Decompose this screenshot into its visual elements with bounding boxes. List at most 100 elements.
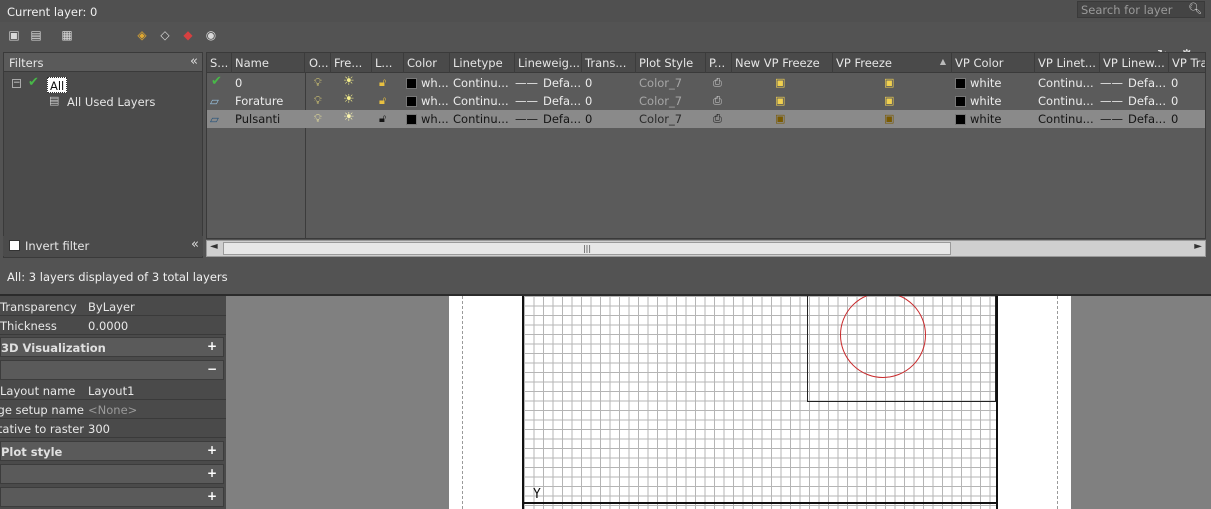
color-swatch[interactable] (406, 114, 417, 125)
layer-row[interactable]: ▱ Forature 💡︎ ☀ 🔓︎ wh... Continu... —— D… (207, 92, 1205, 110)
vp-color-swatch[interactable] (955, 96, 966, 107)
vp-color-swatch[interactable] (955, 114, 966, 125)
layer-color[interactable]: wh... (421, 94, 449, 110)
search-icon[interactable]: 🔍︎ (1188, 2, 1202, 15)
col-vp-color[interactable]: VP Color (952, 53, 1035, 73)
expand-icon[interactable]: + (207, 489, 217, 503)
new-group-filter-icon[interactable]: ▤ (28, 28, 44, 42)
on-bulb-icon[interactable]: 💡︎ (314, 112, 322, 128)
prop-row-layout-name[interactable]: Layout name Layout1 (0, 381, 226, 400)
section-collapsed-1[interactable]: + (0, 464, 224, 484)
expand-icon[interactable]: + (207, 443, 217, 457)
layer-vp-color[interactable]: white (970, 112, 1001, 128)
layer-vp-transparency[interactable]: 0 (1171, 112, 1178, 128)
layer-vp-color[interactable]: white (970, 76, 1001, 92)
layer-lineweight[interactable]: Defa... (543, 112, 581, 128)
layer-vp-lineweight[interactable]: Defa... (1128, 94, 1166, 110)
plot-printer-icon[interactable]: ⎙ (713, 112, 722, 128)
new-property-filter-icon[interactable]: ▣ (6, 28, 22, 42)
set-current-icon[interactable]: ◉ (203, 28, 219, 42)
layer-name[interactable]: Forature (235, 94, 283, 110)
col-freeze[interactable]: Fre... (331, 53, 372, 73)
layer-linetype[interactable]: Continu... (453, 76, 509, 92)
prop-row-raster[interactable]: Annotative to raster 300 (0, 419, 226, 438)
color-swatch[interactable] (406, 96, 417, 107)
unlocked-icon[interactable]: 🔓︎ (379, 94, 386, 110)
new-vp-frozen-layer-icon[interactable]: ◇ (157, 28, 173, 42)
layer-vp-linetype[interactable]: Continu... (1038, 76, 1094, 92)
col-vp-linetype[interactable]: VP Linet... (1035, 53, 1100, 73)
scroll-right-icon[interactable]: ► (1194, 241, 1202, 252)
section-collapsed-2[interactable]: + (0, 487, 224, 507)
layer-row-selected[interactable]: ▱ Pulsanti 💡︎ ☀ 🔓︎ wh... Continu... —— D… (207, 110, 1205, 128)
prop-row-thickness[interactable]: Thickness 0.0000 (0, 316, 226, 335)
layer-transparency[interactable]: 0 (585, 112, 592, 128)
col-vp-lineweight[interactable]: VP Linew... (1100, 53, 1169, 73)
layer-vp-linetype[interactable]: Continu... (1038, 94, 1094, 110)
collapse-pane-icon[interactable]: « (191, 237, 199, 252)
col-transparency[interactable]: Trans... (582, 53, 636, 73)
red-circle[interactable] (840, 292, 926, 378)
scroll-left-icon[interactable]: ◄ (210, 241, 218, 252)
col-linetype[interactable]: Linetype (450, 53, 515, 73)
col-new-vp-freeze[interactable]: New VP Freeze (732, 53, 833, 73)
col-status[interactable]: S... (207, 53, 232, 73)
search-layer-input[interactable]: Search for layer 🔍︎ (1077, 1, 1205, 18)
vp-freeze-icon[interactable]: ▣ (884, 112, 894, 128)
thawed-sun-icon[interactable]: ☀ (343, 94, 355, 110)
layer-lineweight[interactable]: Defa... (543, 76, 581, 92)
prop-row-transparency[interactable]: Transparency ByLayer (0, 297, 226, 316)
invert-filter-label[interactable]: Invert filter (25, 239, 89, 253)
section-misc[interactable]: − (0, 360, 224, 380)
on-bulb-icon[interactable]: 💡︎ (314, 94, 322, 110)
col-lineweight[interactable]: Lineweig... (515, 53, 582, 73)
prop-row-page-setup[interactable]: Page setup name <None> (0, 400, 226, 419)
tree-collapse-icon[interactable]: − (12, 79, 21, 88)
col-vp-transparency[interactable]: VP Tra (1169, 53, 1205, 73)
layer-color[interactable]: wh... (421, 112, 449, 128)
layer-lineweight[interactable]: Defa... (543, 94, 581, 110)
col-vp-freeze[interactable]: VP Freeze ▲ (833, 53, 952, 73)
layer-states-manager-icon[interactable]: ▦ (59, 28, 75, 42)
invert-filter-checkbox[interactable] (9, 240, 20, 251)
layer-transparency[interactable]: 0 (585, 76, 592, 92)
section-plot-style[interactable]: Plot style + (0, 441, 224, 461)
section-visualization[interactable]: 3D Visualization + (0, 337, 224, 357)
filter-all-used-layers[interactable]: All Used Layers (67, 95, 155, 109)
unlocked-icon[interactable]: 🔓︎ (379, 112, 386, 128)
layer-transparency[interactable]: 0 (585, 94, 592, 110)
filter-all[interactable]: All (47, 77, 68, 93)
layer-row[interactable]: ✔ 0 💡︎ ☀ 🔓︎ wh... Continu... —— Defa... … (207, 74, 1205, 92)
layer-vp-lineweight[interactable]: Defa... (1128, 112, 1166, 128)
col-plot[interactable]: P... (706, 53, 732, 73)
col-on[interactable]: O... (306, 53, 331, 73)
layer-name[interactable]: 0 (235, 76, 242, 92)
new-layer-icon[interactable]: ◈ (134, 28, 150, 42)
col-plot-style[interactable]: Plot Style (636, 53, 706, 73)
thawed-sun-icon[interactable]: ☀ (343, 112, 355, 128)
col-name[interactable]: Name (232, 53, 305, 73)
layer-linetype[interactable]: Continu... (453, 112, 509, 128)
vp-freeze-icon[interactable]: ▣ (884, 76, 894, 92)
expand-icon[interactable]: + (207, 466, 217, 480)
col-lock[interactable]: L... (372, 53, 404, 73)
layer-color[interactable]: wh... (421, 76, 449, 92)
vp-freeze-icon[interactable]: ▣ (884, 94, 894, 110)
plot-printer-icon[interactable]: ⎙ (713, 76, 722, 92)
layer-vp-transparency[interactable]: 0 (1171, 76, 1178, 92)
new-vp-freeze-icon[interactable]: ▣ (775, 76, 785, 92)
delete-layer-icon[interactable]: ◆ (180, 28, 196, 42)
layer-vp-color[interactable]: white (970, 94, 1001, 110)
color-swatch[interactable] (406, 78, 417, 89)
plot-printer-icon[interactable]: ⎙ (713, 94, 722, 110)
layer-vp-lineweight[interactable]: Defa... (1128, 76, 1166, 92)
scrollbar-thumb[interactable]: ||| (223, 242, 951, 255)
layer-name[interactable]: Pulsanti (235, 112, 280, 128)
expand-icon[interactable]: + (207, 339, 217, 353)
layer-vp-transparency[interactable]: 0 (1171, 94, 1178, 110)
thawed-sun-icon[interactable]: ☀ (343, 76, 355, 92)
col-color[interactable]: Color (404, 53, 450, 73)
new-vp-freeze-icon[interactable]: ▣ (775, 112, 785, 128)
horizontal-scrollbar[interactable]: ◄ ||| ► (206, 240, 1206, 257)
on-bulb-icon[interactable]: 💡︎ (314, 76, 322, 92)
